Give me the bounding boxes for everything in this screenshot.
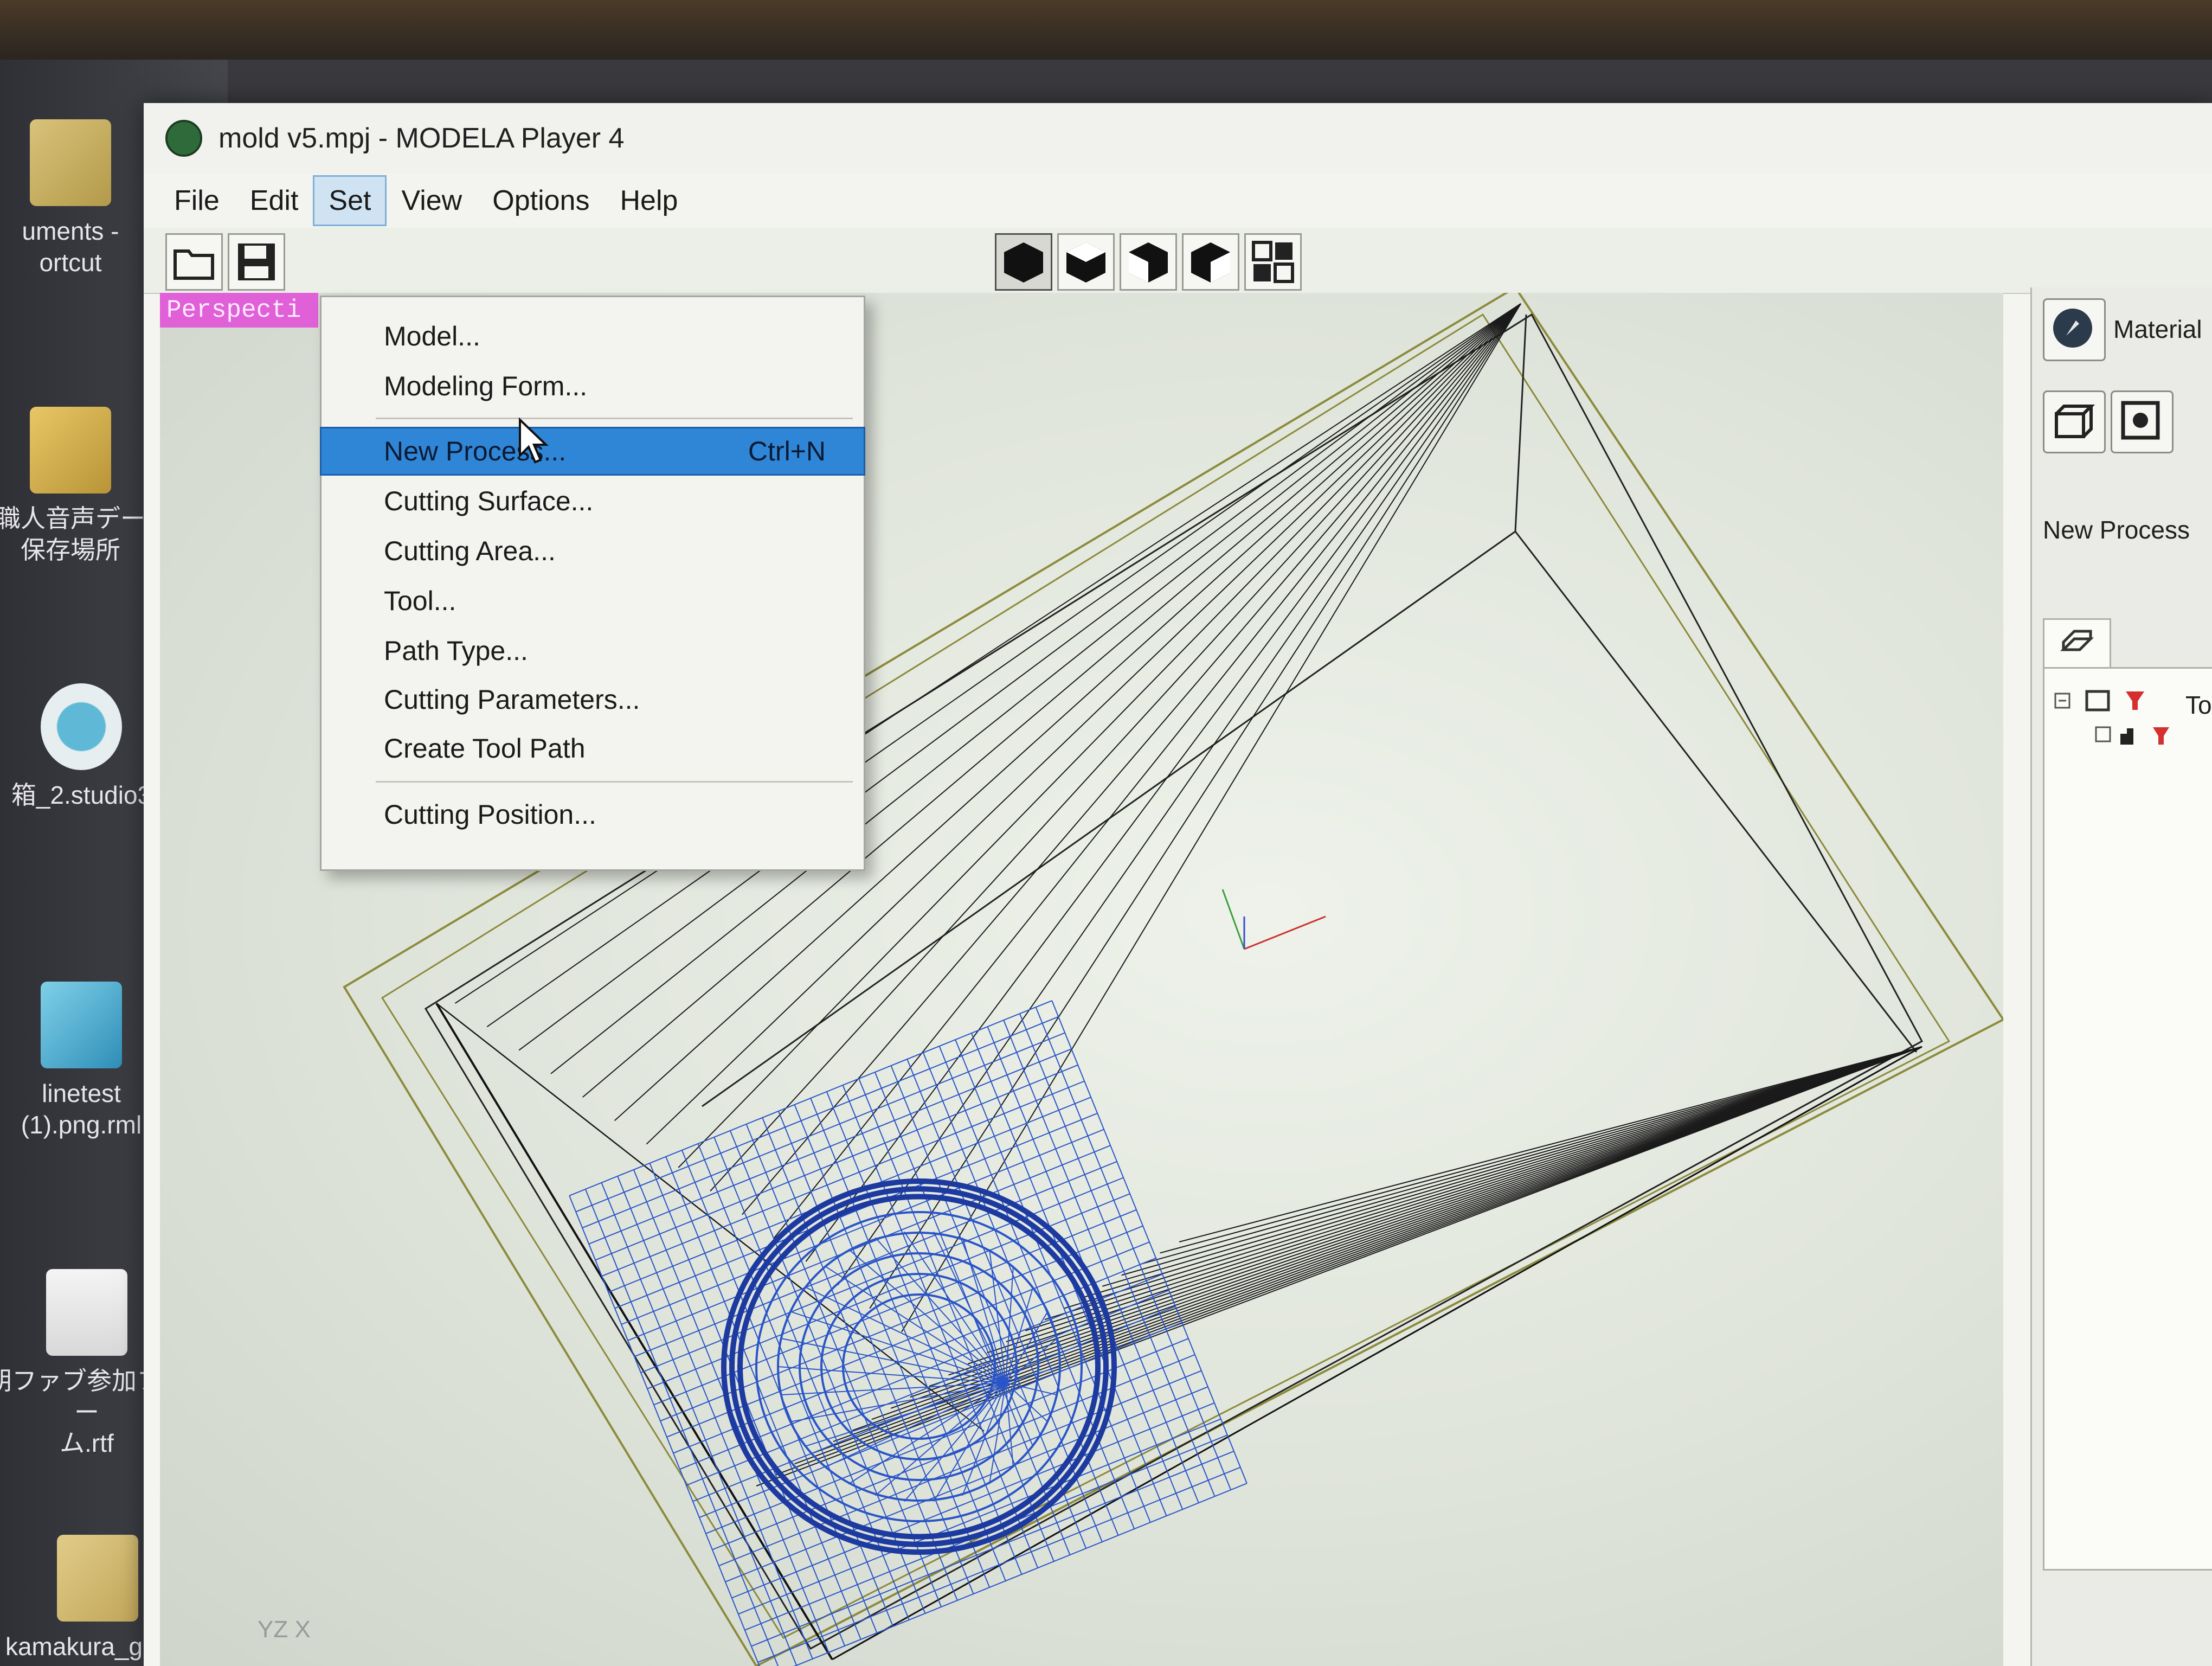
title-bar[interactable]: mold v5.mpj - MODELA Player 4	[144, 103, 2212, 174]
studio3-file-icon	[41, 683, 122, 770]
process-tree-tab[interactable]	[2043, 618, 2111, 669]
view-side-icon	[1191, 242, 1230, 283]
toolpath-radial	[962, 1237, 1006, 1383]
view-solid-icon	[1004, 242, 1043, 283]
mesh-line	[1025, 1046, 1922, 1331]
menu-item-cutting-area[interactable]: Cutting Area...	[321, 528, 864, 574]
layers-icon	[2060, 630, 2094, 651]
menu-bar: File Edit Set View Options Help	[144, 174, 2212, 228]
toolpath-radial	[1005, 1382, 1034, 1447]
menu-item-cutting-position[interactable]: Cutting Position...	[321, 792, 864, 837]
view-side-button[interactable]	[1182, 233, 1239, 291]
compass-icon	[2053, 309, 2092, 348]
menu-item-cutting-parameters[interactable]: Cutting Parameters...	[321, 677, 864, 722]
save-button[interactable]	[228, 233, 285, 291]
cutting-box-button[interactable]	[2043, 390, 2106, 453]
tool-icon	[2121, 401, 2160, 440]
menu-item-path-type[interactable]: Path Type...	[321, 628, 864, 674]
rtf-file-icon	[46, 1269, 127, 1356]
open-button[interactable]	[165, 233, 223, 291]
mesh-line	[852, 1046, 1922, 1431]
toolpath-radial	[848, 1382, 1006, 1485]
x-axis-marker	[1244, 915, 1326, 950]
menu-set[interactable]: Set	[313, 175, 387, 226]
mesh-line	[1006, 1046, 1922, 1343]
new-process-label: New Process	[2043, 516, 2190, 544]
view-solid-button[interactable]	[995, 233, 1052, 291]
perspective-label: Perspecti	[160, 293, 318, 328]
audio-folder-icon	[30, 407, 111, 494]
process-tree[interactable]: To	[2043, 667, 2212, 1571]
monitor-bezel	[0, 0, 2212, 60]
axis-indicator-label: YZ X	[258, 1616, 311, 1643]
set-menu-dropdown: Model... Modeling Form... New Process...…	[320, 296, 865, 871]
mesh-line	[1140, 1046, 1922, 1265]
view-right-button[interactable]	[1120, 233, 1177, 291]
menu-separator	[376, 781, 853, 783]
menu-item-tool[interactable]: Tool...	[321, 578, 864, 624]
toolbar	[144, 228, 2212, 294]
model-frame-edge	[1514, 531, 1918, 1053]
mesh-line	[794, 1046, 1922, 1465]
modela-player-window: mold v5.mpj - MODELA Player 4 File Edit …	[144, 103, 2212, 1666]
window-title: mold v5.mpj - MODELA Player 4	[218, 123, 625, 154]
tool-setting-button[interactable]	[2111, 390, 2174, 453]
box-icon	[2055, 405, 2095, 438]
guest-shortcut-icon	[57, 1535, 138, 1622]
view-front-icon	[1066, 242, 1105, 283]
mesh-line	[805, 303, 1521, 1262]
documents-shortcut-icon	[30, 119, 111, 206]
mesh-line	[1121, 1046, 1922, 1276]
view-front-button[interactable]	[1057, 233, 1115, 291]
tree-nodes	[2054, 690, 2169, 745]
y-axis-marker	[1221, 889, 1245, 950]
process-panel: Material New Process To	[2030, 287, 2212, 1666]
mouse-cursor-icon	[519, 418, 549, 464]
mesh-line	[436, 1003, 985, 1432]
multi-view-icon	[1252, 241, 1294, 283]
menu-file[interactable]: File	[160, 177, 234, 225]
save-icon	[238, 244, 275, 280]
menu-options[interactable]: Options	[478, 177, 603, 225]
menu-item-model[interactable]: Model...	[321, 313, 864, 359]
menu-item-create-tool-path[interactable]: Create Tool Path	[321, 726, 864, 771]
model-frame-edge	[1514, 314, 1527, 532]
menu-view[interactable]: View	[387, 177, 476, 225]
mesh-line	[773, 303, 1521, 1239]
menu-item-cutting-surface[interactable]: Cutting Surface...	[321, 478, 864, 524]
mesh-line	[1044, 1046, 1922, 1321]
menu-edit[interactable]: Edit	[236, 177, 313, 225]
menu-separator	[376, 418, 853, 419]
mesh-line	[967, 1046, 1922, 1364]
rml-file-icon	[41, 982, 122, 1068]
tree-item-label: To	[2185, 691, 2212, 719]
multi-view-button[interactable]	[1244, 233, 1302, 291]
mesh-line	[756, 1046, 1922, 1486]
mesh-line	[1083, 1046, 1922, 1298]
mesh-line	[1102, 1046, 1922, 1287]
mesh-line	[1160, 1046, 1922, 1254]
mesh-line	[814, 1046, 1922, 1453]
material-button[interactable]	[2043, 298, 2106, 361]
shortcut-label: Ctrl+N	[748, 436, 826, 466]
view-right-icon	[1129, 242, 1168, 283]
mesh-line	[901, 303, 1521, 1332]
open-folder-icon	[173, 249, 214, 280]
mesh-line	[1179, 1046, 1922, 1242]
menu-item-modeling-form[interactable]: Modeling Form...	[321, 363, 864, 409]
app-icon	[165, 120, 202, 157]
menu-help[interactable]: Help	[606, 177, 692, 225]
mesh-line	[910, 1046, 1922, 1398]
mesh-line	[1063, 1046, 1922, 1309]
mesh-line	[869, 303, 1521, 1309]
menu-item-new-process[interactable]: New Process... Ctrl+N	[320, 427, 865, 476]
toolpath-grid	[569, 1000, 1248, 1666]
material-label: Material	[2113, 315, 2202, 343]
